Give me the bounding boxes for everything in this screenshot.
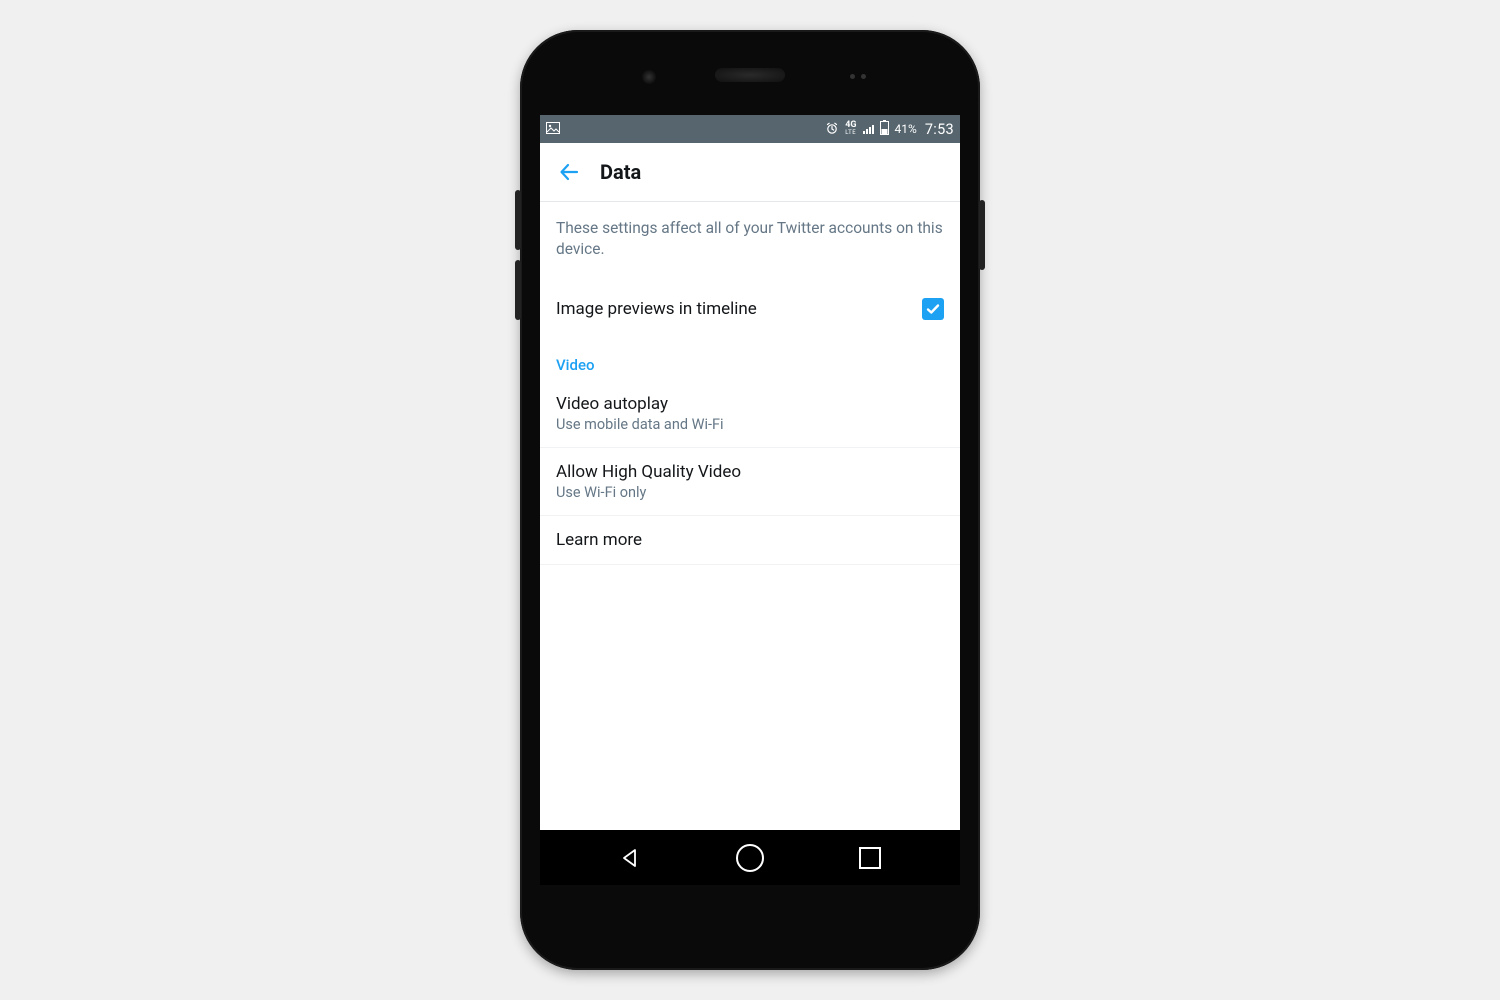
battery-percentage: 41% xyxy=(895,122,917,136)
nav-back-icon xyxy=(620,848,640,868)
high-quality-video-title: Allow High Quality Video xyxy=(556,462,944,482)
image-previews-checkbox[interactable] xyxy=(922,298,944,320)
signal-icon xyxy=(863,124,874,134)
video-autoplay-row[interactable]: Video autoplay Use mobile data and Wi-Fi xyxy=(540,380,960,448)
screenshot-notification-icon xyxy=(546,122,560,137)
network-type-icon: 4G LTE xyxy=(845,121,856,137)
back-button[interactable] xyxy=(550,153,588,191)
earpiece-speaker xyxy=(715,68,785,82)
status-time: 7:53 xyxy=(925,121,954,138)
image-previews-row[interactable]: Image previews in timeline xyxy=(540,284,960,334)
video-section-header: Video xyxy=(540,334,960,380)
nav-home-button[interactable] xyxy=(720,838,780,878)
volume-up-button xyxy=(515,190,521,250)
settings-explainer: These settings affect all of your Twitte… xyxy=(540,202,960,284)
image-previews-label: Image previews in timeline xyxy=(556,299,757,319)
nav-recent-icon xyxy=(859,847,881,869)
front-camera xyxy=(642,70,656,84)
video-autoplay-title: Video autoplay xyxy=(556,394,944,414)
settings-content: These settings affect all of your Twitte… xyxy=(540,202,960,565)
phone-frame: 4G LTE 41% 7:53 xyxy=(520,30,980,970)
page-title: Data xyxy=(600,160,641,184)
nav-home-icon xyxy=(736,844,764,872)
high-quality-video-row[interactable]: Allow High Quality Video Use Wi-Fi only xyxy=(540,448,960,516)
back-arrow-icon xyxy=(557,160,581,184)
android-nav-bar xyxy=(540,830,960,885)
learn-more-row[interactable]: Learn more xyxy=(540,516,960,565)
volume-down-button xyxy=(515,260,521,320)
checkmark-icon xyxy=(925,301,941,317)
video-autoplay-value: Use mobile data and Wi-Fi xyxy=(556,416,944,433)
learn-more-label: Learn more xyxy=(556,530,944,550)
app-bar: Data xyxy=(540,143,960,202)
nav-back-button[interactable] xyxy=(600,838,660,878)
screen: 4G LTE 41% 7:53 xyxy=(540,115,960,885)
power-button xyxy=(979,200,985,270)
nav-recent-button[interactable] xyxy=(840,838,900,878)
sensor-dots xyxy=(850,74,866,79)
phone-top-sensors xyxy=(520,30,980,115)
high-quality-video-value: Use Wi-Fi only xyxy=(556,484,944,501)
alarm-icon xyxy=(825,121,839,138)
status-bar: 4G LTE 41% 7:53 xyxy=(540,115,960,143)
battery-icon xyxy=(880,120,889,138)
